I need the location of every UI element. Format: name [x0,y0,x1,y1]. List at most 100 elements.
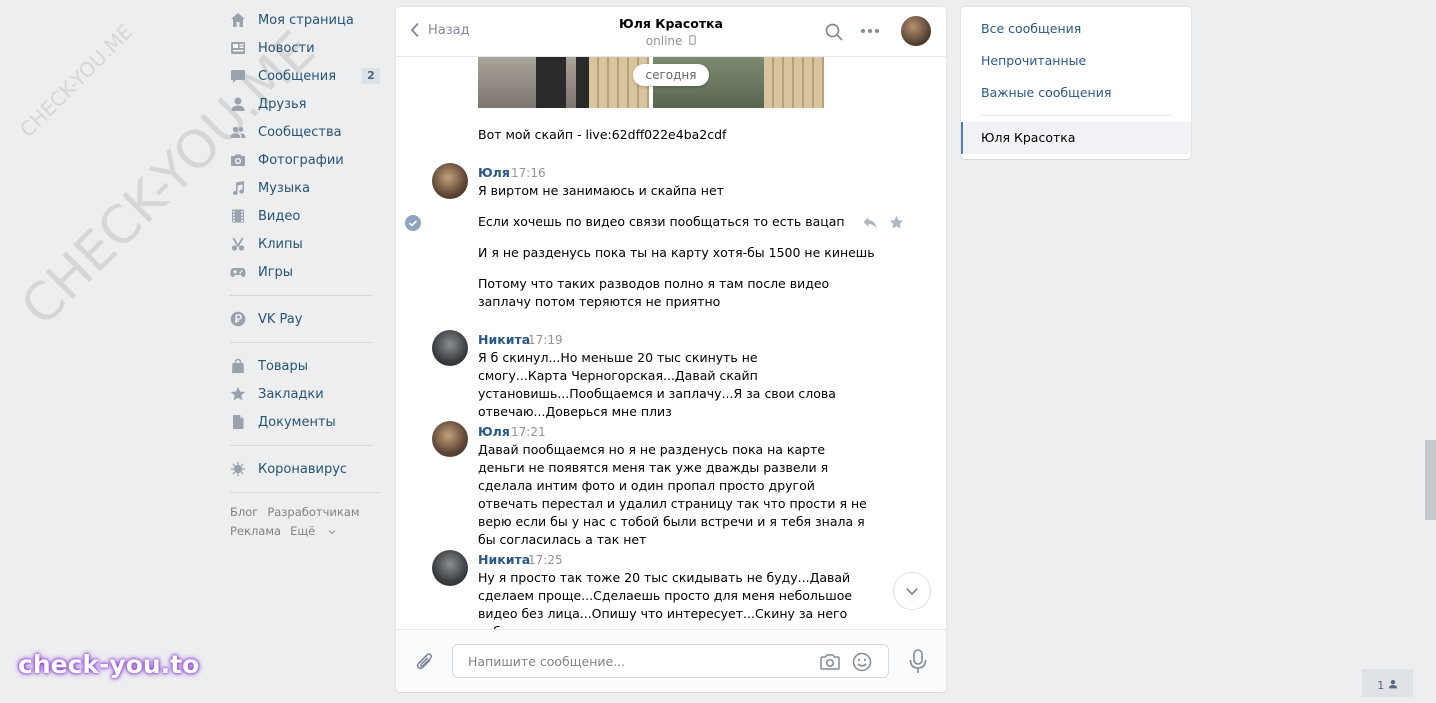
news-icon [230,40,246,56]
video-icon [230,208,246,224]
sidebar-item-label: Друзья [258,96,307,112]
smile-icon[interactable] [852,652,872,672]
footer-link-ads[interactable]: Реклама [230,524,281,538]
camera-icon[interactable] [819,653,841,671]
sidebar-item-label: Документы [258,414,336,430]
sidebar-item-vk-pay[interactable]: VK Pay [230,305,380,333]
sidebar-item-clips[interactable]: Клипы [230,230,380,258]
date-separator: сегодня [633,64,709,86]
clips-icon [230,236,246,252]
message-history[interactable]: сегодня Вот мой скайп - live:62dff022e4b… [396,57,946,629]
watermark-text: CHECK-YOU.ME [15,19,138,142]
photo-attachment[interactable] [478,57,649,108]
panel-divider [981,115,1171,116]
left-sidebar: Моя страница Новости Сообщения 2 Друзья … [230,6,380,541]
avatar[interactable] [432,163,468,199]
footer-link-developers[interactable]: Разработчикам [267,505,359,519]
sidebar-divider [230,445,373,446]
sidebar-divider [230,492,380,493]
message-text: Вот мой скайп - live:62dff022e4ba2cdf [478,127,727,142]
avatar[interactable] [432,550,468,586]
gamepad-icon [230,264,246,280]
message-icon [230,68,246,84]
filter-important[interactable]: Важные сообщения [981,85,1111,100]
sidebar-item-news[interactable]: Новости [230,34,380,62]
chat-counter-value: 1 [1377,679,1385,692]
reply-icon[interactable] [862,216,878,230]
message-author[interactable]: Юля [478,424,510,439]
home-icon [230,12,246,28]
footer-link-blog[interactable]: Блог [230,505,258,519]
more-icon[interactable] [860,28,880,34]
chat-header: Назад Юля Красотка online [396,7,946,57]
sidebar-item-bookmarks[interactable]: Закладки [230,380,380,408]
message-text: Если хочешь по видео связи пообщаться то… [478,214,845,229]
chat-panel: Назад Юля Красотка online сегодня Вот мо… [396,7,946,692]
message-time[interactable]: 17:21 [511,425,546,439]
message-time[interactable]: 17:19 [528,333,563,347]
sidebar-item-label: Коронавирус [258,461,348,477]
online-status: online [645,34,683,48]
sidebar-item-photos[interactable]: Фотографии [230,146,380,174]
sidebar-item-coronavirus[interactable]: Коронавирус [230,455,380,483]
sidebar-divider [230,295,373,296]
sidebar-item-video[interactable]: Видео [230,202,380,230]
mobile-icon [689,35,696,45]
filter-unread[interactable]: Непрочитанные [981,53,1086,68]
sidebar-item-label: Закладки [258,386,324,402]
sidebar-item-communities[interactable]: Сообщества [230,118,380,146]
message-time[interactable]: 17:25 [528,553,563,567]
sidebar-item-label: Товары [258,358,309,374]
star-icon [230,386,246,402]
users-icon [230,124,246,140]
sidebar-item-label: VK Pay [258,311,303,327]
footer-link-more[interactable]: Ещё [290,524,336,538]
message-input-box[interactable] [452,644,889,678]
document-icon [230,414,246,430]
sidebar-item-documents[interactable]: Документы [230,408,380,436]
message-text: Ну я просто так тоже 20 тыс скидывать не… [478,570,853,629]
user-icon [1388,679,1397,689]
chevron-down-icon [328,530,336,535]
search-icon[interactable] [824,22,844,42]
bag-icon [230,358,246,374]
ruble-icon [230,311,246,327]
avatar[interactable] [432,421,468,457]
footer-links: Блог Разработчикам Реклама Ещё [230,503,380,541]
scroll-down-button[interactable] [893,572,931,610]
page-scrollbar[interactable] [1425,440,1436,520]
paperclip-icon[interactable] [415,651,435,673]
virus-icon [230,461,246,477]
sidebar-item-music[interactable]: Музыка [230,174,380,202]
avatar[interactable] [432,330,468,366]
message-author[interactable]: Никита [478,332,530,347]
sidebar-item-label: Игры [258,264,294,280]
sidebar-item-label: Сообщения [258,68,337,84]
active-conversation-item[interactable]: Юля Красотка [961,122,1191,154]
sidebar-item-label: Сообщества [258,124,342,140]
check-icon [405,215,421,231]
sidebar-item-label: Новости [258,40,315,56]
star-icon[interactable] [889,215,904,230]
peer-avatar[interactable] [901,16,931,46]
chevron-down-icon [905,587,919,595]
sidebar-item-label: Моя страница [258,12,354,28]
message-time[interactable]: 17:16 [511,166,546,180]
chat-counter[interactable]: 1 [1362,669,1413,697]
sidebar-item-my-page[interactable]: Моя страница [230,6,380,34]
sidebar-item-games[interactable]: Игры [230,258,380,286]
message-author[interactable]: Никита [478,552,530,567]
sidebar-item-friends[interactable]: Друзья [230,90,380,118]
microphone-icon[interactable] [908,649,928,675]
filter-all-messages[interactable]: Все сообщения [981,21,1081,36]
sidebar-item-messages[interactable]: Сообщения 2 [230,62,380,90]
message-input[interactable] [466,653,810,670]
message-text: Давай пообщаемся но я не разденусь пока … [478,442,867,547]
watermark-logo: check-you.to [18,650,200,679]
message-composer [396,629,946,692]
footer-more-label: Ещё [290,524,316,538]
sidebar-item-label: Музыка [258,180,310,196]
message-author[interactable]: Юля [478,165,510,180]
sidebar-item-goods[interactable]: Товары [230,352,380,380]
chat-peer-status: online [396,34,946,48]
